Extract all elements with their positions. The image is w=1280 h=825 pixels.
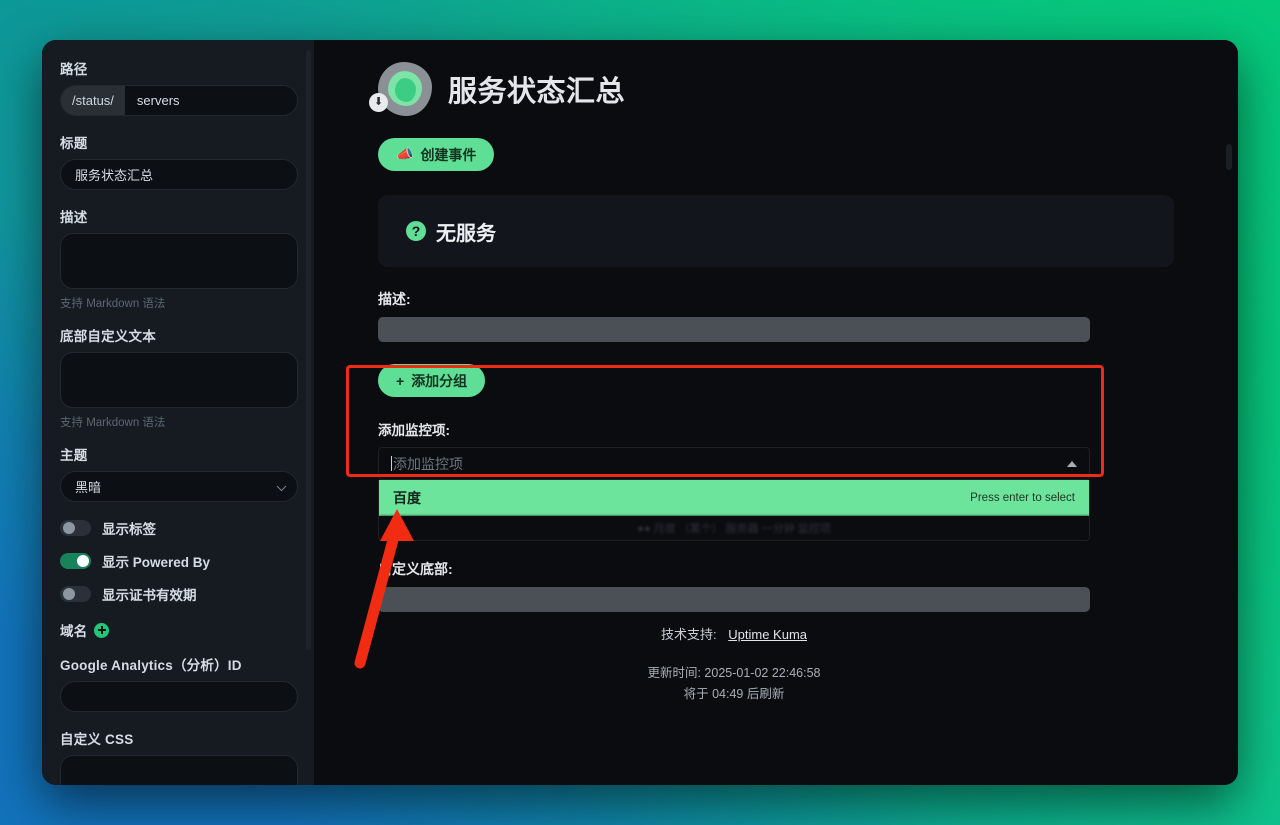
show-powered-by-toggle[interactable] <box>60 553 91 569</box>
footer-text-markdown-hint: 支持 Markdown 语法 <box>60 417 166 429</box>
custom-css-label: 自定义 CSS <box>60 732 134 747</box>
preview-description-label: 描述: <box>378 291 411 307</box>
page-title: 服务状态汇总 <box>448 76 626 108</box>
add-group-button-label: 添加分组 <box>411 372 468 389</box>
custom-footer-input[interactable] <box>378 587 1090 612</box>
refresh-block: 更新时间: 2025-01-02 22:46:58 将于 04:49 后刷新 <box>378 663 1090 704</box>
add-monitor-control[interactable]: 添加监控项 <box>378 447 1090 480</box>
add-monitor-label: 添加监控项: <box>378 423 450 438</box>
footer-text-textarea[interactable] <box>60 352 298 408</box>
create-event-button[interactable]: 📣 创建事件 <box>378 138 495 171</box>
app-window: 路径 /status/ servers 标题 描述 支持 Markdown 语法… <box>42 40 1238 785</box>
google-analytics-input[interactable] <box>60 681 298 712</box>
show-cert-expiry-label: 显示证书有效期 <box>102 588 197 603</box>
description-textarea[interactable] <box>60 233 298 289</box>
sidebar-scrollbar[interactable] <box>306 50 311 650</box>
uptime-kuma-logo-icon[interactable]: ⬇ <box>369 62 432 116</box>
create-event-button-label: 创建事件 <box>420 146 477 163</box>
domain-names-row: 域名 <box>60 620 298 640</box>
toggle-row-cert-expiry[interactable]: 显示证书有效期 <box>60 584 298 604</box>
logo-core-shape <box>395 78 416 102</box>
powered-by-prefix: 技术支持: <box>661 627 717 642</box>
path-label: 路径 <box>60 62 88 77</box>
uptime-kuma-link[interactable]: Uptime Kuma <box>728 627 807 642</box>
add-monitor-dropdown[interactable]: 添加监控项 百度 Press enter to select ●● 月度 （某个… <box>378 447 1090 541</box>
question-mark-icon: ? <box>406 221 426 241</box>
toggle-row-show-tags[interactable]: 显示标签 <box>60 518 298 538</box>
path-prefix: /status/ <box>61 86 125 115</box>
caret-up-icon[interactable] <box>1067 460 1077 467</box>
footer-text-label: 底部自定义文本 <box>60 329 156 344</box>
toggle-knob <box>62 588 75 600</box>
show-powered-by-label: 显示 Powered By <box>102 555 211 570</box>
show-cert-expiry-toggle[interactable] <box>60 586 91 602</box>
add-monitor-option-label: 百度 <box>393 490 421 506</box>
path-input-group[interactable]: /status/ servers <box>60 85 298 116</box>
show-tags-toggle[interactable] <box>60 520 91 536</box>
add-group-button[interactable]: + 添加分组 <box>378 364 486 397</box>
main-scrollbar[interactable] <box>1226 144 1232 170</box>
description-markdown-hint: 支持 Markdown 语法 <box>60 298 166 310</box>
plus-icon: + <box>396 372 405 389</box>
brand-row: ⬇ 服务状态汇总 <box>369 62 1174 116</box>
path-slug-input[interactable]: servers <box>124 86 297 115</box>
title-label: 标题 <box>60 136 88 151</box>
obscured-monitor-row: ●● 月度 （某个） 服务器 一分钟 监控项 <box>379 516 1089 540</box>
megaphone-icon: 📣 <box>396 146 414 162</box>
text-caret <box>391 456 392 471</box>
add-monitor-option-baidu[interactable]: 百度 Press enter to select <box>379 480 1089 516</box>
toggle-knob <box>76 555 89 567</box>
refresh-countdown-text: 将于 04:49 后刷新 <box>683 686 785 701</box>
toggle-knob <box>62 522 75 534</box>
custom-footer-label: 自定义底部: <box>378 561 453 577</box>
description-label: 描述 <box>60 210 88 225</box>
toggle-row-powered-by[interactable]: 显示 Powered By <box>60 551 298 571</box>
last-updated-text: 更新时间: 2025-01-02 22:46:58 <box>647 666 821 680</box>
add-monitor-option-hint: Press enter to select <box>970 492 1075 504</box>
add-monitor-options-menu: 百度 Press enter to select ●● 月度 （某个） 服务器 … <box>378 480 1090 541</box>
title-input[interactable] <box>60 159 298 190</box>
custom-footer-block: 自定义底部: <box>378 559 1174 612</box>
google-analytics-label: Google Analytics（分析）ID <box>60 658 242 673</box>
status-card: ? 无服务 <box>378 195 1174 267</box>
show-tags-label: 显示标签 <box>102 522 156 537</box>
theme-label: 主题 <box>60 448 88 463</box>
preview-description-input[interactable] <box>378 317 1090 342</box>
add-monitor-placeholder: 添加监控项 <box>393 455 463 472</box>
custom-css-textarea[interactable] <box>60 755 298 785</box>
powered-by-line: 技术支持: Uptime Kuma <box>378 624 1090 643</box>
upload-icon[interactable]: ⬇ <box>369 93 388 112</box>
domain-names-label: 域名 <box>60 624 88 639</box>
status-page-editor-sidebar: 路径 /status/ servers 标题 描述 支持 Markdown 语法… <box>42 40 314 785</box>
status-card-text: 无服务 <box>436 222 496 245</box>
theme-select[interactable]: 黑暗 <box>60 471 298 502</box>
status-page-preview: ⬇ 服务状态汇总 📣 创建事件 ? 无服务 描述: + 添加分组 添加监控项: <box>314 40 1238 785</box>
plus-circle-icon[interactable] <box>94 622 110 638</box>
